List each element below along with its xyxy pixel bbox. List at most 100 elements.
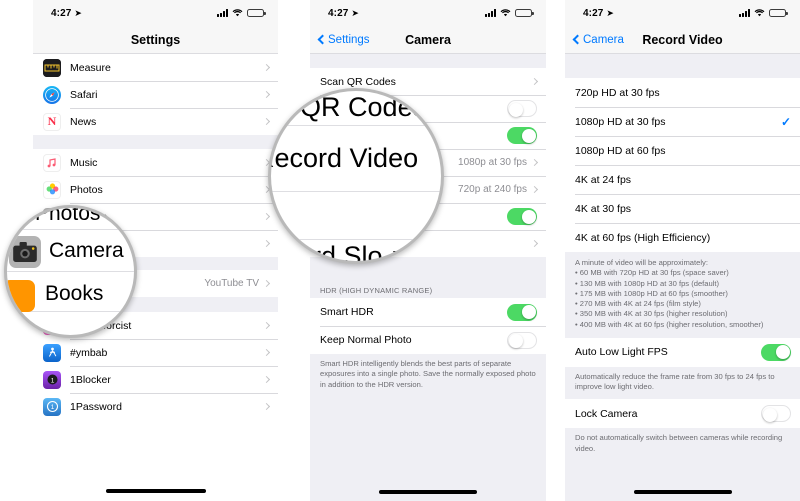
settings-row-safari[interactable]: Safari <box>33 81 278 108</box>
camera-row-value: 720p at 240 fps <box>458 184 527 195</box>
video-size-bullet: • 400 MB with 4K at 60 fps (higher resol… <box>575 319 764 329</box>
hdr-footer-text: Smart HDR intelligently blends the best … <box>310 354 546 397</box>
status-time: 4:27 <box>51 7 72 19</box>
hdr-group: Smart HDR Keep Normal Photo <box>310 298 546 354</box>
home-indicator <box>379 490 477 494</box>
cellular-bars-icon <box>217 9 228 17</box>
lens-row-record-video: Record Video <box>268 143 419 173</box>
option-row-1080p-60[interactable]: 1080p HD at 60 fps <box>565 136 800 165</box>
smart-hdr-toggle[interactable] <box>507 303 537 321</box>
settings-row-music[interactable]: Music <box>33 149 278 176</box>
status-time: 4:27 <box>583 7 604 19</box>
chevron-left-icon <box>317 34 328 45</box>
row-label: Auto Low Light FPS <box>575 346 668 359</box>
option-label: 1080p HD at 60 fps <box>575 144 666 157</box>
group-separator <box>310 54 546 68</box>
home-indicator <box>105 489 206 493</box>
lens-row-record-slomo: Record Slo-mo <box>268 241 430 264</box>
hdr-section-header: HDR (HIGH DYNAMIC RANGE) <box>310 282 546 298</box>
battery-icon <box>247 8 266 18</box>
ymbab-app-icon <box>43 343 61 362</box>
auto-low-light-footer: Automatically reduce the frame rate from… <box>565 366 800 400</box>
chevron-right-icon <box>262 402 271 411</box>
chevron-right-icon <box>262 90 271 99</box>
chevron-right-icon <box>530 185 539 194</box>
nav-bar-settings: Settings <box>33 26 278 54</box>
wifi-icon <box>500 9 511 17</box>
lens-row-camera: Camera <box>49 239 124 262</box>
cellular-bars-icon <box>739 9 750 17</box>
photos-app-icon <box>43 180 61 199</box>
music-app-icon <box>43 153 61 172</box>
status-bar: 4:27 ➤ <box>310 0 546 26</box>
chevron-right-icon <box>262 212 271 221</box>
settings-row-1password[interactable]: 1 1Password <box>33 393 278 420</box>
magnifier-lens-record-video-row: Scan QR Codes Record Video Record Slo-mo <box>268 88 444 264</box>
location-arrow-icon: ➤ <box>351 7 359 18</box>
news-app-icon: N <box>43 112 61 131</box>
back-button-settings[interactable]: Settings <box>317 33 370 46</box>
grid-toggle[interactable] <box>507 100 537 117</box>
settings-row-news[interactable]: N News <box>33 108 278 135</box>
cellular-bars-icon <box>485 9 496 17</box>
settings-row-label: 1Password <box>70 400 122 413</box>
safari-app-icon <box>43 85 61 104</box>
settings-row-label: 1Blocker <box>70 373 111 386</box>
option-label: 4K at 60 fps (High Efficiency) <box>575 231 711 244</box>
settings-row-measure[interactable]: Measure <box>33 54 278 81</box>
nav-bar-record-video: Camera Record Video <box>565 26 800 54</box>
battery-icon <box>515 8 534 18</box>
auto-low-light-fps-toggle[interactable] <box>761 343 791 361</box>
hdr-row-keep-normal-photo[interactable]: Keep Normal Photo <box>310 326 546 354</box>
phone-panel-record-video: 4:27 ➤ Camera Record Video 720p HD at 30 <box>565 0 800 501</box>
checkmark-icon: ✓ <box>780 114 791 129</box>
1blocker-app-icon: 1 <box>43 370 61 389</box>
settings-row-label: Measure <box>70 61 111 74</box>
option-row-720p-30[interactable]: 720p HD at 30 fps <box>565 78 800 107</box>
back-button-camera[interactable]: Camera <box>572 34 624 46</box>
wifi-icon <box>232 9 243 17</box>
option-row-1080p-30[interactable]: 1080p HD at 30 fps ✓ <box>565 107 800 136</box>
auto-hdr-toggle[interactable] <box>507 208 537 225</box>
video-size-bullet: • 175 MB with 1080p HD at 60 fps (smooth… <box>575 288 728 298</box>
status-time: 4:27 <box>328 7 349 19</box>
chevron-right-icon <box>262 279 271 288</box>
back-button-label: Settings <box>328 33 370 46</box>
svg-text:1: 1 <box>50 377 54 384</box>
chevron-right-icon <box>262 117 271 126</box>
group-separator <box>565 54 800 78</box>
settings-row-label: Photos <box>70 183 103 196</box>
svg-text:1: 1 <box>50 404 54 411</box>
option-row-4k-60[interactable]: 4K at 60 fps (High Efficiency) <box>565 223 800 252</box>
video-size-bullet: • 270 MB with 4K at 24 fps (film style) <box>575 299 701 308</box>
chevron-right-icon <box>530 158 539 167</box>
screenshot-root: 4:27 ➤ Settings Measure Safari N News Mu… <box>0 0 800 501</box>
record-video-list[interactable]: 720p HD at 30 fps 1080p HD at 30 fps ✓ 1… <box>565 54 800 461</box>
settings-row-label: #ymbab <box>70 346 108 359</box>
photos-app-icon-zoomed <box>7 208 25 222</box>
settings-row-1blocker[interactable]: 1 1Blocker <box>33 366 278 393</box>
lens-row-photos: Photos <box>35 205 101 225</box>
books-app-icon-zoomed <box>7 280 35 312</box>
row-lock-camera[interactable]: Lock Camera <box>565 399 800 429</box>
option-row-4k-30[interactable]: 4K at 30 fps <box>565 194 800 223</box>
video-size-footer-intro: A minute of video will be approximately: <box>575 258 708 267</box>
camera-row-value: 1080p at 30 fps <box>458 157 527 168</box>
camera-app-icon-zoomed <box>9 236 41 268</box>
settings-row-ymbab[interactable]: #ymbab <box>33 339 278 366</box>
hdr-row-smart-hdr[interactable]: Smart HDR <box>310 298 546 326</box>
measure-app-icon <box>43 58 61 77</box>
hdr-row-label: Keep Normal Photo <box>320 334 412 346</box>
keep-normal-photo-toggle[interactable] <box>507 331 537 349</box>
settings-row-label: News <box>70 115 97 128</box>
page-title: Settings <box>130 32 181 47</box>
1password-app-icon: 1 <box>43 397 61 416</box>
chevron-right-icon <box>262 63 271 72</box>
row-auto-low-light-fps[interactable]: Auto Low Light FPS <box>565 337 800 367</box>
lock-camera-toggle[interactable] <box>761 405 791 423</box>
video-size-bullet: • 60 MB with 720p HD at 30 fps (space sa… <box>575 268 729 278</box>
status-icons <box>739 8 788 18</box>
settings-row-photos[interactable]: Photos <box>33 176 278 203</box>
preserve-settings-toggle[interactable] <box>507 127 537 144</box>
option-row-4k-24[interactable]: 4K at 24 fps <box>565 165 800 194</box>
